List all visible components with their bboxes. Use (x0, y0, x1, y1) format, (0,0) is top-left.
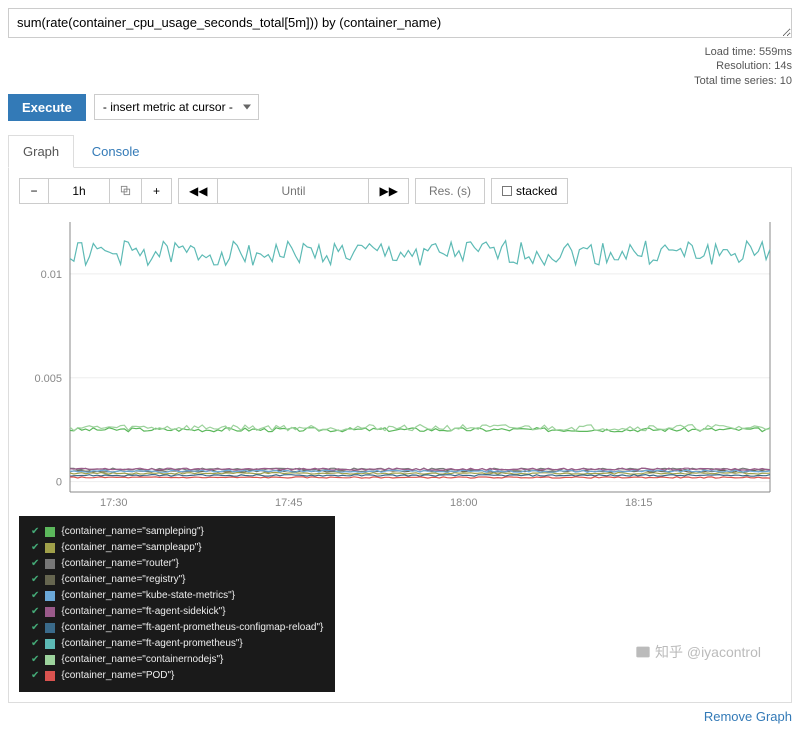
legend-item[interactable]: ✔ {container_name="kube-state-metrics"} (31, 588, 323, 604)
legend-label: {container_name="kube-state-metrics"} (61, 588, 235, 604)
legend-label: {container_name="ft-agent-prometheus-con… (61, 620, 323, 636)
legend-label: {container_name="router"} (61, 556, 178, 572)
legend-item[interactable]: ✔ {container_name="containernodejs"} (31, 652, 323, 668)
legend-swatch (45, 623, 55, 633)
check-icon: ✔ (31, 620, 39, 636)
range-copy-button[interactable] (109, 178, 142, 204)
legend-swatch (45, 607, 55, 617)
legend-swatch (45, 671, 55, 681)
legend-label: {container_name="POD"} (61, 668, 174, 684)
check-icon: ✔ (31, 556, 39, 572)
zhihu-icon (635, 644, 651, 660)
check-icon: ✔ (31, 588, 39, 604)
execute-button[interactable]: Execute (8, 94, 86, 121)
copy-icon (120, 185, 131, 196)
legend-swatch (45, 527, 55, 537)
tab-bar: Graph Console (8, 135, 792, 168)
status-info: Load time: 559ms Resolution: 14s Total t… (8, 45, 792, 88)
svg-text:0: 0 (56, 477, 62, 489)
rewind-button[interactable]: ◀◀ (178, 178, 218, 204)
tab-graph[interactable]: Graph (8, 135, 74, 168)
checkbox-icon (502, 186, 512, 196)
check-icon: ✔ (31, 652, 39, 668)
svg-text:17:30: 17:30 (100, 497, 128, 509)
legend-label: {container_name="sampleping"} (61, 524, 203, 540)
legend-item[interactable]: ✔ {container_name="ft-agent-sidekick"} (31, 604, 323, 620)
legend-item[interactable]: ✔ {container_name="router"} (31, 556, 323, 572)
legend-label: {container_name="ft-agent-sidekick"} (61, 604, 225, 620)
forward-button[interactable]: ▶▶ (368, 178, 408, 204)
remove-graph-link[interactable]: Remove Graph (704, 709, 792, 724)
legend-label: {container_name="containernodejs"} (61, 652, 223, 668)
check-icon: ✔ (31, 572, 39, 588)
chart-canvas[interactable]: 0 0.005 0.01 17:30 17:45 18:00 18:15 (19, 212, 781, 512)
metric-select[interactable]: - insert metric at cursor - (94, 94, 259, 120)
resolution-input[interactable] (415, 178, 485, 204)
legend-swatch (45, 543, 55, 553)
legend-swatch (45, 591, 55, 601)
svg-text:18:00: 18:00 (450, 497, 478, 509)
graph-panel: − + ◀◀ ▶▶ stacked 0 0.005 0.01 17:30 17:45 18… (8, 168, 792, 703)
legend-label: {container_name="registry"} (61, 572, 185, 588)
legend-label: {container_name="sampleapp"} (61, 540, 201, 556)
stacked-toggle[interactable]: stacked (491, 178, 568, 204)
legend-item[interactable]: ✔ {container_name="sampleapp"} (31, 540, 323, 556)
query-input[interactable]: sum(rate(container_cpu_usage_seconds_tot… (8, 8, 792, 38)
chart-legend: ✔ {container_name="sampleping"} ✔ {conta… (19, 516, 335, 692)
range-plus-button[interactable]: + (142, 178, 172, 204)
check-icon: ✔ (31, 604, 39, 620)
check-icon: ✔ (31, 668, 39, 684)
svg-text:18:15: 18:15 (625, 497, 653, 509)
check-icon: ✔ (31, 636, 39, 652)
legend-item[interactable]: ✔ {container_name="POD"} (31, 668, 323, 684)
check-icon: ✔ (31, 524, 39, 540)
svg-text:17:45: 17:45 (275, 497, 303, 509)
range-input[interactable] (49, 178, 109, 204)
until-input[interactable] (218, 178, 368, 204)
legend-item[interactable]: ✔ {container_name="sampleping"} (31, 524, 323, 540)
legend-swatch (45, 655, 55, 665)
legend-swatch (45, 559, 55, 569)
legend-item[interactable]: ✔ {container_name="registry"} (31, 572, 323, 588)
watermark: 知乎 @iyacontrol (635, 642, 761, 662)
legend-item[interactable]: ✔ {container_name="ft-agent-prometheus-c… (31, 620, 323, 636)
legend-swatch (45, 575, 55, 585)
legend-label: {container_name="ft-agent-prometheus"} (61, 636, 242, 652)
svg-text:0.005: 0.005 (34, 373, 62, 385)
tab-console[interactable]: Console (78, 136, 154, 167)
legend-swatch (45, 639, 55, 649)
range-minus-button[interactable]: − (19, 178, 49, 204)
check-icon: ✔ (31, 540, 39, 556)
legend-item[interactable]: ✔ {container_name="ft-agent-prometheus"} (31, 636, 323, 652)
svg-text:0.01: 0.01 (41, 269, 62, 281)
